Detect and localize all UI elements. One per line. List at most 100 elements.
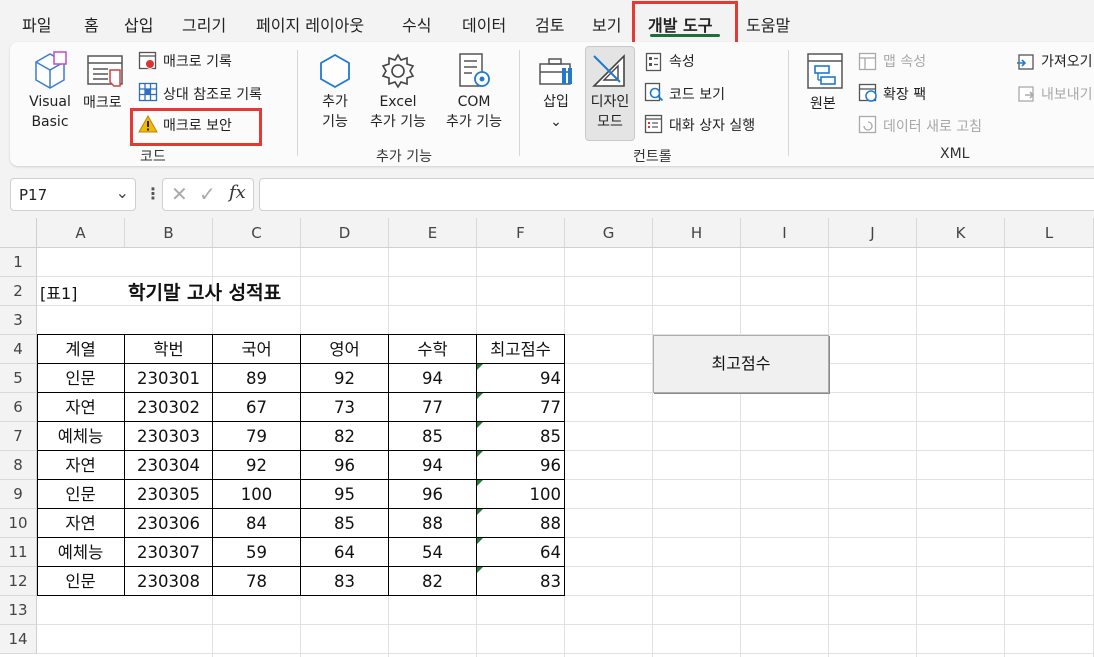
column-header-a[interactable]: A [37, 218, 125, 248]
column-header-d[interactable]: D [301, 218, 389, 248]
table-cell[interactable]: 96 [389, 480, 477, 509]
visual-basic-button[interactable]: Visual Basic [24, 92, 76, 132]
table-cell[interactable]: 89 [213, 364, 301, 393]
table-cell[interactable]: 85 [389, 422, 477, 451]
export-button[interactable]: 내보내기 [1041, 84, 1093, 104]
column-header-f[interactable]: F [477, 218, 565, 248]
table-cell[interactable]: 자연 [37, 451, 125, 480]
table-cell[interactable]: 79 [213, 422, 301, 451]
max-score-cell[interactable]: 96 [477, 451, 565, 480]
menu-file[interactable]: 파일 [22, 12, 51, 36]
menu-help[interactable]: 도움말 [746, 12, 790, 36]
row-header-9[interactable]: 9 [0, 480, 37, 509]
table-cell[interactable]: 230308 [125, 567, 213, 596]
table-cell[interactable]: 예체능 [37, 422, 125, 451]
insert-control-button[interactable]: 삽입 ⌄ [536, 92, 576, 132]
table-cell[interactable]: 230301 [125, 364, 213, 393]
properties-button[interactable]: 속성 [669, 51, 695, 71]
row-header-14[interactable]: 14 [0, 625, 37, 654]
max-score-cell[interactable]: 85 [477, 422, 565, 451]
map-properties-button[interactable]: 맵 속성 [883, 51, 926, 71]
row-header-6[interactable]: 6 [0, 393, 37, 422]
column-header-l[interactable]: L [1005, 218, 1094, 248]
table-cell[interactable]: 59 [213, 538, 301, 567]
table-header-cell[interactable]: 국어 [213, 335, 301, 364]
table-cell[interactable]: 230304 [125, 451, 213, 480]
table-cell[interactable]: 230307 [125, 538, 213, 567]
row-header-8[interactable]: 8 [0, 451, 37, 480]
row-header-5[interactable]: 5 [0, 364, 37, 393]
table-cell[interactable]: 자연 [37, 393, 125, 422]
table-cell[interactable]: 인문 [37, 480, 125, 509]
table-cell[interactable]: 230306 [125, 509, 213, 538]
import-button[interactable]: 가져오기 [1041, 51, 1093, 71]
row-header-13[interactable]: 13 [0, 596, 37, 625]
table-cell[interactable]: 96 [301, 451, 389, 480]
row-header-4[interactable]: 4 [0, 335, 37, 364]
table-cell[interactable]: 85 [301, 509, 389, 538]
column-header-c[interactable]: C [213, 218, 301, 248]
addins-button[interactable]: 추가 기능 [312, 92, 358, 132]
refresh-data-button[interactable]: 데이터 새로 고침 [883, 116, 982, 136]
relative-reference-button[interactable]: 상대 참조로 기록 [163, 84, 262, 104]
max-score-cell[interactable]: 77 [477, 393, 565, 422]
menu-home[interactable]: 홈 [84, 12, 99, 36]
table-cell[interactable]: 67 [213, 393, 301, 422]
table-cell[interactable]: 인문 [37, 364, 125, 393]
table-cell[interactable]: 92 [301, 364, 389, 393]
function-icon[interactable]: fx [229, 182, 246, 203]
table-cell[interactable]: 자연 [37, 509, 125, 538]
excel-addins-button[interactable]: Excel 추가 기능 [362, 92, 434, 132]
table-cell[interactable]: 95 [301, 480, 389, 509]
table-cell[interactable]: 82 [389, 567, 477, 596]
max-score-cell[interactable]: 88 [477, 509, 565, 538]
row-header-3[interactable]: 3 [0, 306, 37, 335]
menu-data[interactable]: 데이터 [462, 12, 506, 36]
table-cell[interactable]: 83 [301, 567, 389, 596]
table-header-cell[interactable]: 영어 [301, 335, 389, 364]
table-cell[interactable]: 230305 [125, 480, 213, 509]
table-cell[interactable]: 100 [213, 480, 301, 509]
max-score-cell[interactable]: 64 [477, 538, 565, 567]
table-cell[interactable]: 230303 [125, 422, 213, 451]
max-score-cell[interactable]: 94 [477, 364, 565, 393]
table-header-cell[interactable]: 수학 [389, 335, 477, 364]
table-header-cell[interactable]: 계열 [37, 335, 125, 364]
row-header-7[interactable]: 7 [0, 422, 37, 451]
cancel-icon[interactable]: ✕ [171, 182, 188, 206]
select-all-corner[interactable] [0, 218, 37, 248]
table-cell[interactable]: 230302 [125, 393, 213, 422]
menu-formulas[interactable]: 수식 [402, 12, 431, 36]
column-header-i[interactable]: I [741, 218, 829, 248]
row-header-10[interactable]: 10 [0, 509, 37, 538]
table-cell[interactable]: 92 [213, 451, 301, 480]
table-cell[interactable]: 73 [301, 393, 389, 422]
more-icon[interactable]: ⋮ [145, 184, 161, 203]
row-header-1[interactable]: 1 [0, 248, 37, 277]
table-cell[interactable]: 인문 [37, 567, 125, 596]
table-cell[interactable]: 84 [213, 509, 301, 538]
column-header-h[interactable]: H [653, 218, 741, 248]
menu-insert[interactable]: 삽입 [124, 12, 153, 36]
row-header-12[interactable]: 12 [0, 567, 37, 596]
max-score-cell[interactable]: 83 [477, 567, 565, 596]
table-cell[interactable]: 94 [389, 451, 477, 480]
formula-input[interactable] [259, 178, 1094, 211]
view-code-button[interactable]: 코드 보기 [669, 84, 725, 104]
column-header-k[interactable]: K [917, 218, 1005, 248]
name-box[interactable]: P17 ⌄ [10, 178, 136, 211]
macro-button[interactable]: 매크로 [83, 92, 122, 112]
table-header-cell[interactable]: 학번 [125, 335, 213, 364]
row-header-2[interactable]: 2 [0, 277, 37, 306]
menu-view[interactable]: 보기 [592, 12, 621, 36]
table-cell[interactable]: 64 [301, 538, 389, 567]
table-cell[interactable]: 54 [389, 538, 477, 567]
column-header-j[interactable]: J [829, 218, 917, 248]
menu-page-layout[interactable]: 페이지 레이아웃 [256, 12, 364, 36]
run-dialog-button[interactable]: 대화 상자 실행 [669, 115, 755, 135]
table-cell[interactable]: 78 [213, 567, 301, 596]
max-score-cell[interactable]: 100 [477, 480, 565, 509]
com-addins-button[interactable]: COM 추가 기능 [438, 92, 510, 132]
chevron-down-icon[interactable]: ⌄ [116, 183, 129, 202]
record-macro-button[interactable]: 매크로 기록 [163, 51, 232, 71]
